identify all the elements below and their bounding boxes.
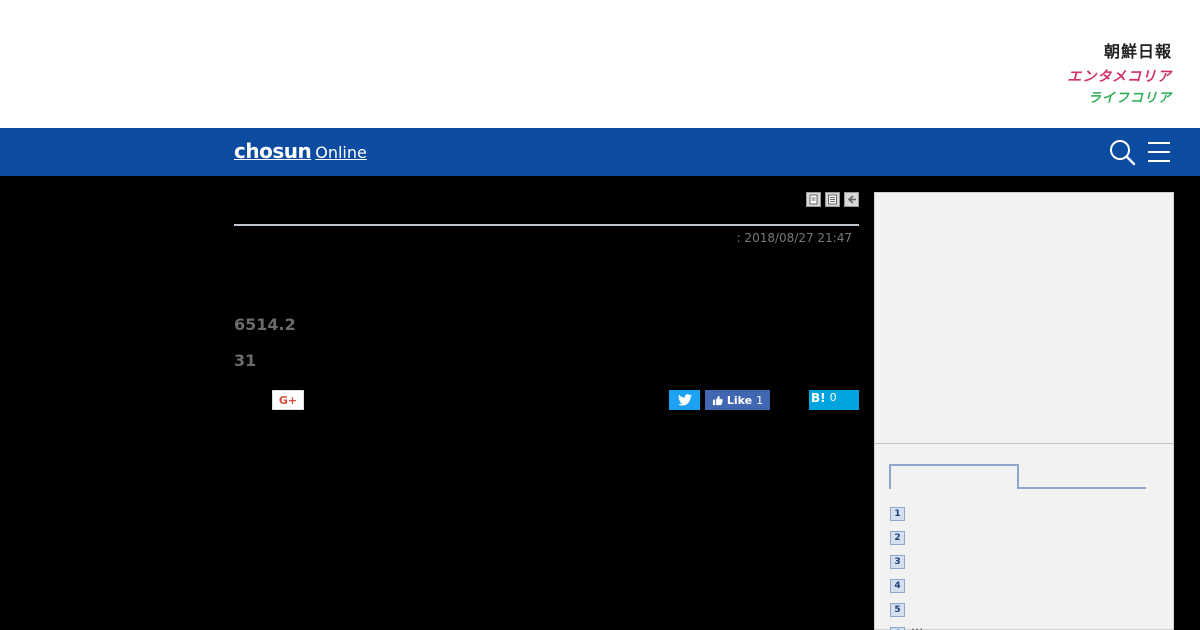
hatena-icon: B! [811,391,826,405]
google-plus-icon: G+ [278,393,298,407]
rank-badge: 4 [890,579,905,593]
ranking-list: 1 2 3 4 5 6 ||| [890,502,923,630]
top-header: 朝鮮日報 エンタメコリア ライフコリア [0,0,1200,128]
nav-bar: chosun Online [0,128,1200,176]
sidebar: 1 2 3 4 5 6 ||| [874,192,1174,630]
like-label: Like [726,393,753,407]
ranking-item[interactable]: 3 [890,550,923,574]
search-icon[interactable] [1108,138,1136,166]
article-figure-1: 6514.2 [234,315,296,334]
text-view-icon[interactable] [825,192,840,207]
thumbs-up-icon [712,395,723,405]
rank-badge: 1 [890,507,905,521]
brand-links: 朝鮮日報 エンタメコリア ライフコリア [1067,44,1172,110]
rank-badge: 3 [890,555,905,569]
twitter-bird-icon [677,394,692,406]
article-figure-2: 31 [234,351,257,370]
ranking-item[interactable]: 1 [890,502,923,526]
title-divider [234,224,859,226]
twitter-share-button[interactable] [669,390,700,410]
like-count: 1 [756,393,764,407]
ranking-tab-2[interactable] [1019,486,1146,489]
print-icon[interactable] [806,192,821,207]
ranking-tab-1[interactable] [889,464,1019,489]
back-arrow-icon[interactable] [844,192,859,207]
hamburger-menu-icon[interactable] [1146,139,1172,165]
chosun-ilbo-link[interactable]: 朝鮮日報 [1067,44,1172,64]
ranking-item[interactable]: 6 ||| [890,622,923,630]
chosun-online-logo[interactable]: chosun Online [234,139,367,163]
ranking-item[interactable]: 4 [890,574,923,598]
google-plus-button[interactable]: G+ [272,390,304,410]
rank-badge: 2 [890,531,905,545]
article-timestamp: : 2018/08/27 21:47 [736,231,852,245]
ranking-item[interactable]: 5 [890,598,923,622]
rank-badge: 5 [890,603,905,617]
logo-text-bold: chosun [234,139,312,163]
sidebar-divider [875,443,1173,444]
hatena-count: 0 [829,391,837,404]
logo-text-light: Online [315,143,367,162]
article-tools [806,192,859,207]
hatena-bookmark-button[interactable]: B! 0 [809,390,859,410]
ranking-item[interactable]: 2 [890,526,923,550]
entame-korea-link[interactable]: エンタメコリア [1067,70,1172,88]
facebook-like-button[interactable]: Like 1 [705,390,770,410]
ranking-tabs [889,464,1146,489]
life-korea-link[interactable]: ライフコリア [1067,92,1172,110]
